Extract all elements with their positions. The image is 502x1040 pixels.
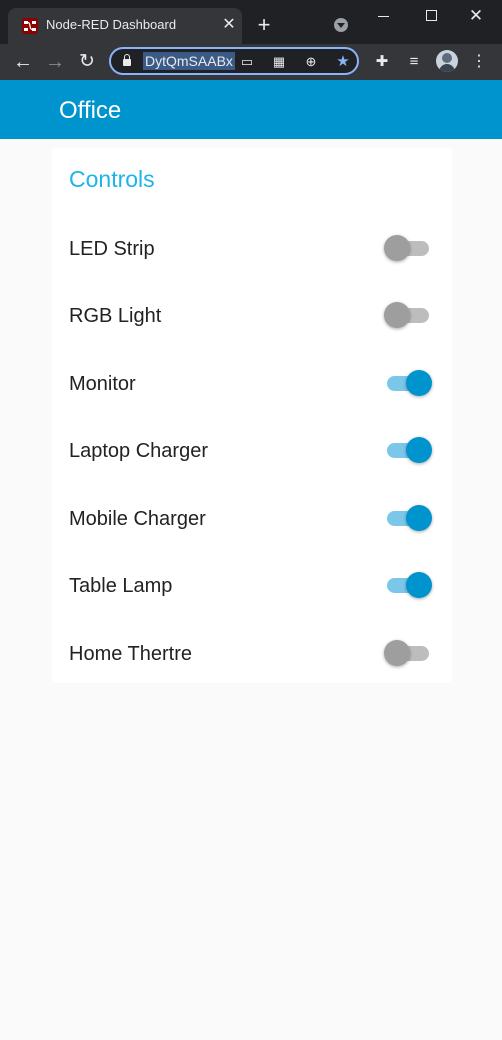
- browser-toolbar: ← → ↻ DytQmSAABx ▭ ▦ ⊕ ★ ✚ ≡ ⋮: [0, 44, 502, 80]
- dashboard-header: Office: [0, 80, 502, 139]
- switch-knob[interactable]: [406, 437, 432, 463]
- controls-group-card: Controls LED Strip RGB Light Monitor Lap…: [52, 148, 452, 683]
- maximize-button[interactable]: [422, 6, 442, 26]
- profile-avatar[interactable]: [436, 50, 458, 72]
- media-control-icon[interactable]: ≡: [405, 53, 423, 71]
- switch-knob[interactable]: [384, 235, 410, 261]
- tab-close-icon[interactable]: ✕: [220, 16, 238, 34]
- rgb-light-toggle[interactable]: [384, 301, 434, 329]
- mobile-charger-toggle[interactable]: [384, 504, 434, 532]
- led-strip-toggle[interactable]: [384, 234, 434, 262]
- switch-knob[interactable]: [406, 505, 432, 531]
- zoom-icon[interactable]: ⊕: [303, 54, 319, 70]
- switch-row-mobile-charger: Mobile Charger: [52, 498, 452, 538]
- laptop-charger-toggle[interactable]: [384, 436, 434, 464]
- table-lamp-toggle[interactable]: [384, 571, 434, 599]
- tab-search-icon[interactable]: [334, 18, 348, 32]
- switch-row-laptop-charger: Laptop Charger: [52, 430, 452, 470]
- monitor-toggle[interactable]: [384, 369, 434, 397]
- group-title: Controls: [69, 166, 155, 192]
- minimize-button[interactable]: [374, 6, 394, 26]
- reload-icon[interactable]: ↻: [76, 51, 98, 73]
- switch-label: Laptop Charger: [69, 440, 208, 462]
- switch-label: LED Strip: [69, 238, 155, 260]
- forward-arrow-icon[interactable]: →: [44, 51, 66, 73]
- tab-title: Node-RED Dashboard: [46, 17, 177, 32]
- qr-code-icon[interactable]: ▦: [271, 54, 287, 70]
- switch-row-rgb-light: RGB Light: [52, 295, 452, 335]
- page-title: Office: [59, 97, 122, 124]
- browser-tab[interactable]: Node-RED Dashboard ✕: [8, 8, 242, 44]
- switch-row-monitor: Monitor: [52, 363, 452, 403]
- url-text[interactable]: DytQmSAABx: [143, 52, 235, 70]
- switch-knob[interactable]: [384, 640, 410, 666]
- switch-label: Mobile Charger: [69, 508, 206, 530]
- switch-label: Monitor: [69, 373, 136, 395]
- puzzle-icon[interactable]: ✚: [373, 53, 391, 71]
- switch-knob[interactable]: [406, 572, 432, 598]
- lock-icon[interactable]: [123, 54, 131, 66]
- browser-menu-icon[interactable]: ⋮: [470, 53, 488, 71]
- address-bar[interactable]: DytQmSAABx ▭ ▦ ⊕ ★: [109, 47, 359, 75]
- home-theatre-toggle[interactable]: [384, 639, 434, 667]
- switch-row-led-strip: LED Strip: [52, 228, 452, 268]
- node-red-favicon-icon: [22, 18, 38, 34]
- new-tab-button[interactable]: +: [254, 14, 274, 36]
- switch-label: RGB Light: [69, 305, 162, 327]
- browser-titlebar: Node-RED Dashboard ✕ + ✕: [0, 0, 502, 44]
- cast-icon[interactable]: ▭: [239, 54, 255, 70]
- switch-label: Home Thertre: [69, 643, 193, 665]
- switch-row-home-theatre: Home Thertre: [52, 633, 452, 673]
- back-arrow-icon[interactable]: ←: [12, 51, 34, 73]
- switch-knob[interactable]: [406, 370, 432, 396]
- bookmark-star-icon[interactable]: ★: [335, 54, 351, 70]
- window-close-button[interactable]: ✕: [466, 6, 486, 26]
- switch-knob[interactable]: [384, 302, 410, 328]
- switch-label: Table Lamp: [69, 575, 173, 597]
- switch-row-table-lamp: Table Lamp: [52, 565, 452, 605]
